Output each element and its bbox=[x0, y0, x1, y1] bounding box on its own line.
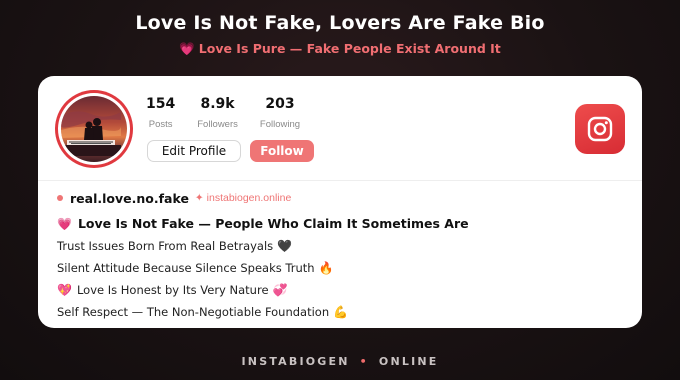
profile-stats: 154 Posts 8.9k Followers 203 Following bbox=[146, 96, 322, 130]
stat-value: 203 bbox=[265, 96, 295, 112]
status-dot bbox=[57, 195, 63, 201]
sparkling-heart-icon: 💖 bbox=[57, 283, 72, 297]
bio-headline: 💗 Love Is Not Fake — People Who Claim It… bbox=[57, 216, 627, 231]
profile-card: 154 Posts 8.9k Followers 203 Following E… bbox=[38, 76, 642, 328]
sparkle-icon: ✦ bbox=[194, 192, 204, 204]
bio-line-text: Love Is Honest by Its Very Nature bbox=[76, 283, 269, 297]
bio-line-text: Silent Attitude Because Silence Speaks T… bbox=[57, 261, 315, 275]
bio-line: 💖 Love Is Honest by Its Very Nature 💞 bbox=[57, 283, 627, 297]
username-row: real.love.no.fake ✦ instabiogen.online bbox=[57, 190, 627, 206]
stat-posts[interactable]: 154 Posts bbox=[146, 96, 175, 130]
bio-headline-text: Love Is Not Fake — People Who Claim It S… bbox=[77, 216, 469, 231]
separator-dot: • bbox=[359, 355, 369, 368]
page-subtitle: 💗 Love Is Pure — Fake People Exist Around… bbox=[0, 41, 680, 57]
username[interactable]: real.love.no.fake bbox=[70, 191, 189, 206]
bio-line: Silent Attitude Because Silence Speaks T… bbox=[57, 261, 627, 275]
website-link[interactable]: ✦ instabiogen.online bbox=[195, 192, 291, 204]
stat-value: 8.9k bbox=[200, 96, 235, 112]
footer-brand-name: INSTABIOGEN bbox=[241, 355, 350, 368]
divider bbox=[38, 180, 642, 181]
bio-line: Trust Issues Born From Real Betrayals 🖤 bbox=[57, 239, 627, 253]
stat-label: Following bbox=[259, 119, 301, 130]
stat-followers[interactable]: 8.9k Followers bbox=[197, 96, 238, 130]
subtitle-text: Love Is Pure — Fake People Exist Around … bbox=[198, 41, 501, 56]
website-text: instabiogen.online bbox=[206, 192, 292, 204]
page-header: Love Is Not Fake, Lovers Are Fake Bio 💗 L… bbox=[0, 12, 680, 57]
avatar-image bbox=[61, 96, 127, 162]
bio-line-text: Trust Issues Born From Real Betrayals bbox=[57, 239, 274, 253]
flexed-biceps-icon: 💪 bbox=[333, 305, 349, 319]
revolving-hearts-icon: 💞 bbox=[272, 283, 288, 297]
black-heart-icon: 🖤 bbox=[277, 239, 293, 253]
stat-label: Followers bbox=[197, 119, 238, 130]
bio-section: real.love.no.fake ✦ instabiogen.online 💗… bbox=[57, 190, 627, 319]
instagram-icon[interactable] bbox=[575, 104, 625, 154]
bio-line: Self Respect — The Non-Negotiable Founda… bbox=[57, 305, 627, 319]
stat-value: 154 bbox=[146, 96, 176, 112]
edit-profile-button[interactable]: Edit Profile bbox=[147, 140, 241, 162]
footer-brand-tld: ONLINE bbox=[378, 355, 439, 368]
heart-icon: 💗 bbox=[179, 41, 195, 56]
footer-brand: INSTABIOGEN • ONLINE bbox=[0, 355, 680, 368]
follow-button[interactable]: Follow bbox=[250, 140, 314, 162]
fire-icon: 🔥 bbox=[318, 261, 334, 275]
avatar[interactable] bbox=[55, 90, 133, 168]
page-title: Love Is Not Fake, Lovers Are Fake Bio bbox=[135, 12, 545, 34]
heart-icon: 💗 bbox=[57, 216, 72, 231]
stat-following[interactable]: 203 Following bbox=[260, 96, 300, 130]
bio-line-text: Self Respect — The Non-Negotiable Founda… bbox=[57, 305, 330, 319]
stat-label: Posts bbox=[148, 119, 173, 130]
